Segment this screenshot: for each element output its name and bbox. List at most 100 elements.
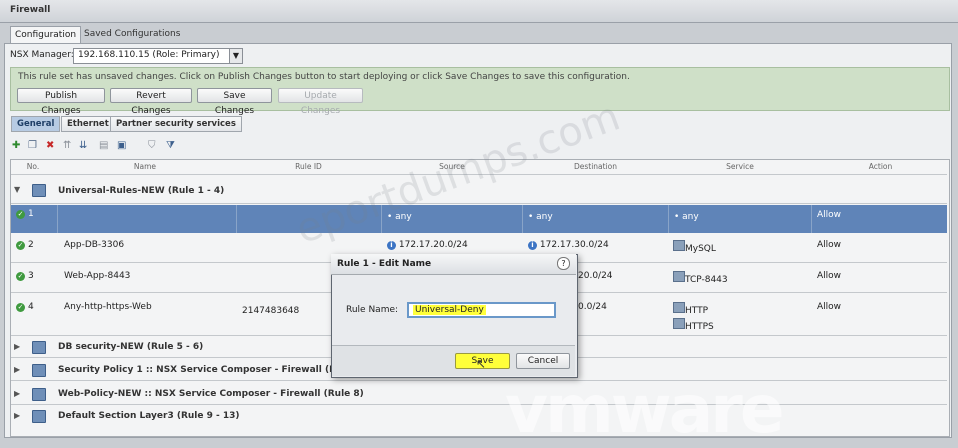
section-label[interactable]: Default Section Layer3 (Rule 9 - 13)	[58, 411, 240, 421]
rule-id: 2147483648	[242, 306, 300, 316]
column-divider	[668, 205, 669, 233]
column-divider	[811, 205, 812, 233]
chevron-down-icon[interactable]: ▼	[229, 49, 242, 63]
help-icon[interactable]: ?	[557, 257, 570, 270]
rule-enabled-check-icon[interactable]: ✓	[16, 209, 25, 219]
section-label[interactable]: Universal-Rules-NEW (Rule 1 - 4)	[58, 186, 224, 196]
rule-number: 4	[28, 302, 34, 312]
rule-action[interactable]: Allow	[817, 240, 841, 250]
tab-configuration[interactable]: Configuration	[10, 26, 82, 43]
rule-destination[interactable]: i 172.17.30.0/24	[528, 240, 609, 250]
nsx-manager-label: NSX Manager:	[10, 50, 74, 60]
window-titlebar: Firewall	[0, 0, 958, 23]
rule-service-value: HTTPS	[685, 322, 714, 332]
add-section-icon[interactable]: ▤	[99, 138, 108, 154]
collapse-icon[interactable]: ▼	[14, 185, 20, 194]
row-divider	[11, 380, 947, 381]
rule-name-label: Rule Name:	[346, 305, 399, 315]
rule-name-value: Universal-Deny	[413, 305, 486, 315]
section-icon	[32, 364, 46, 377]
column-header-service[interactable]: Service	[670, 160, 810, 174]
nsx-manager-select[interactable]: 192.168.110.15 (Role: Primary) ▼	[73, 48, 243, 64]
dialog-titlebar: Rule 1 - Edit Name ?	[331, 254, 576, 275]
rule-service-value: TCP-8443	[685, 275, 728, 285]
expand-icon[interactable]: ▶	[14, 411, 20, 420]
column-divider	[57, 205, 58, 233]
section-label[interactable]: Web-Policy-NEW :: NSX Service Composer -…	[58, 389, 364, 399]
rule-service[interactable]: HTTP	[673, 302, 708, 316]
column-header-rule-id[interactable]: Rule ID	[236, 160, 381, 174]
publish-changes-button[interactable]: Publish Changes	[17, 88, 105, 116]
delete-rule-icon[interactable]: ✖	[46, 138, 54, 154]
expand-icon[interactable]: ▶	[14, 389, 20, 398]
service-icon	[673, 302, 685, 313]
rule-action[interactable]: Allow	[817, 210, 841, 220]
rule-name[interactable]: Any-http-https-Web	[64, 302, 152, 312]
expand-icon[interactable]: ▶	[14, 342, 20, 351]
row-divider	[11, 203, 947, 204]
rule-service[interactable]: HTTPS	[673, 318, 714, 332]
filter-icon[interactable]: ⛉	[148, 138, 156, 154]
column-header-action[interactable]: Action	[813, 160, 948, 174]
info-icon: i	[528, 241, 537, 250]
section-label[interactable]: Security Policy 1 :: NSX Service Compose…	[58, 365, 365, 375]
rule-destination[interactable]: 0.0/24	[578, 302, 607, 312]
rule-destination[interactable]: • any	[528, 212, 553, 222]
subtab-partner-security-services[interactable]: Partner security services	[110, 116, 242, 132]
rule-service[interactable]: TCP-8443	[673, 271, 728, 285]
rule-enabled-check-icon[interactable]: ✓	[16, 240, 25, 250]
rule-number: 2	[28, 240, 34, 250]
row-divider	[11, 404, 947, 405]
section-icon	[32, 388, 46, 401]
update-changes-button[interactable]: Update Changes	[278, 88, 363, 116]
service-icon	[673, 318, 685, 329]
section-icon	[32, 184, 46, 197]
rule-service-value: MySQL	[685, 244, 716, 254]
column-header-no[interactable]: No.	[22, 160, 44, 174]
rule-name[interactable]: App-DB-3306	[64, 240, 124, 250]
window-title: Firewall	[10, 5, 51, 15]
column-divider	[236, 205, 237, 233]
rule-enabled-check-icon[interactable]: ✓	[16, 302, 25, 312]
copy-rule-icon[interactable]: ❐	[28, 138, 37, 154]
rule-name-input[interactable]: Universal-Deny	[407, 302, 556, 318]
rule-destination-value: any	[536, 212, 553, 222]
vmware-watermark: vmware	[505, 371, 785, 448]
banner-message: This rule set has unsaved changes. Click…	[18, 72, 630, 82]
rule-service[interactable]: • any	[674, 212, 699, 222]
rule-name[interactable]: Web-App-8443	[64, 271, 130, 281]
dialog-title: Rule 1 - Edit Name	[337, 259, 432, 269]
move-down-icon[interactable]: ⇊	[79, 138, 87, 154]
rule-action[interactable]: Allow	[817, 302, 841, 312]
rule-destination[interactable]: 20.0/24	[578, 271, 613, 281]
add-rule-icon[interactable]: ✚	[12, 138, 20, 154]
rule-number: 3	[28, 271, 34, 281]
rule-service-value: HTTP	[685, 306, 709, 316]
column-divider	[522, 205, 523, 233]
save-section-icon[interactable]: ▣	[117, 138, 126, 154]
rule-number: 1	[28, 209, 34, 219]
mouse-cursor-icon: ↖	[476, 357, 487, 371]
rule-enabled-check-icon[interactable]: ✓	[16, 271, 25, 281]
info-icon: i	[387, 241, 396, 250]
rule-service-value: any	[682, 212, 699, 222]
service-icon	[673, 271, 685, 282]
rule-service[interactable]: MySQL	[673, 240, 716, 254]
rule-source[interactable]: i 172.17.20.0/24	[387, 240, 468, 250]
move-up-icon[interactable]: ⇈	[63, 138, 71, 154]
tab-saved-configurations[interactable]: Saved Configurations	[80, 26, 184, 42]
section-icon	[32, 341, 46, 354]
save-changes-button[interactable]: Save Changes	[197, 88, 272, 116]
expand-icon[interactable]: ▶	[14, 365, 20, 374]
subtab-general[interactable]: General	[11, 116, 61, 132]
rule-destination-value: 172.17.30.0/24	[539, 240, 609, 250]
nsx-manager-value: 192.168.110.15 (Role: Primary)	[78, 50, 220, 60]
revert-changes-button[interactable]: Revert Changes	[110, 88, 192, 116]
subtab-ethernet[interactable]: Ethernet	[61, 116, 115, 132]
table-row-selected[interactable]	[11, 205, 947, 233]
advanced-filter-icon[interactable]: ⧩	[166, 138, 175, 154]
column-header-name[interactable]: Name	[60, 160, 230, 174]
section-label[interactable]: DB security-NEW (Rule 5 - 6)	[58, 342, 203, 352]
rule-action[interactable]: Allow	[817, 271, 841, 281]
cancel-button[interactable]: Cancel	[516, 353, 570, 369]
